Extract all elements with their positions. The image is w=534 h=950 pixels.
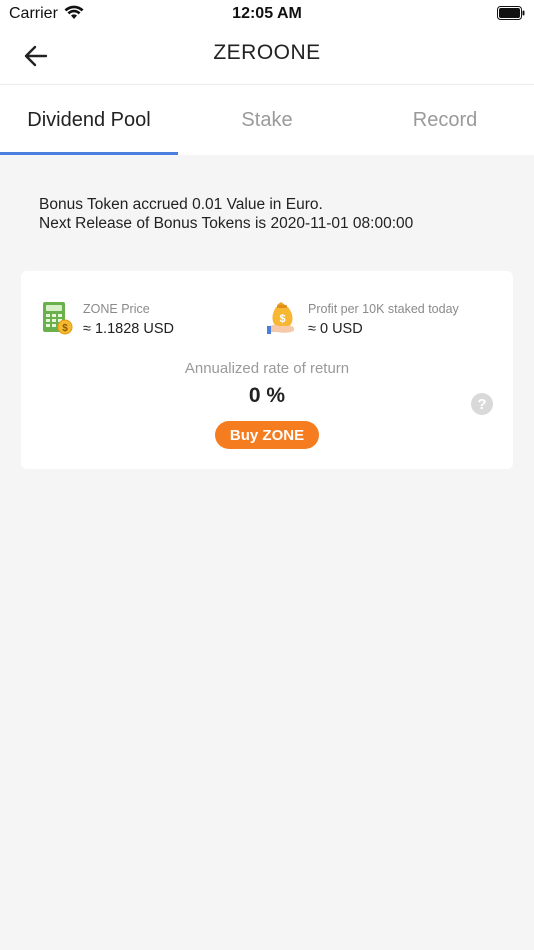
bonus-accrued-text: Bonus Token accrued 0.01 Value in Euro.: [39, 196, 323, 213]
buy-zone-button[interactable]: Buy ZONE: [215, 421, 319, 449]
next-release-text: Next Release of Bonus Tokens is 2020-11-…: [39, 215, 414, 232]
bonus-info: Bonus Token accrued 0.01 Value in Euro. …: [39, 195, 413, 233]
tab-dividend-pool[interactable]: Dividend Pool: [0, 85, 178, 155]
profit-stat: $ Profit per 10K staked today ≈ 0 USD: [267, 301, 459, 337]
profit-value: ≈ 0 USD: [308, 321, 363, 337]
battery-icon: [497, 6, 525, 20]
status-time: 12:05 AM: [232, 5, 302, 22]
tab-record[interactable]: Record: [356, 85, 534, 155]
status-bar: Carrier 12:05 AM: [0, 0, 534, 28]
calculator-coin-icon: $: [42, 301, 74, 335]
annualized-rate-label: Annualized rate of return: [184, 360, 350, 377]
zone-price-value: ≈ 1.1828 USD: [83, 321, 174, 337]
dividend-card: $ ZONE Price ≈ 1.1828 USD $ Profit per 1…: [21, 271, 513, 469]
zone-price-label: ZONE Price: [83, 302, 150, 316]
money-bag-hand-icon: $: [267, 301, 299, 335]
tab-bar: Dividend Pool Stake Record: [0, 85, 534, 155]
tab-stake[interactable]: Stake: [178, 85, 356, 155]
page-title: ZEROONE: [213, 41, 321, 64]
profit-label: Profit per 10K staked today: [308, 302, 459, 316]
question-icon[interactable]: ?: [471, 393, 493, 415]
svg-text:$: $: [279, 313, 285, 325]
svg-text:$: $: [62, 323, 68, 334]
zone-price-stat: $ ZONE Price ≈ 1.1828 USD: [42, 301, 174, 337]
nav-bar: ZEROONE: [0, 28, 534, 85]
annualized-rate-value: 0 %: [248, 384, 286, 407]
